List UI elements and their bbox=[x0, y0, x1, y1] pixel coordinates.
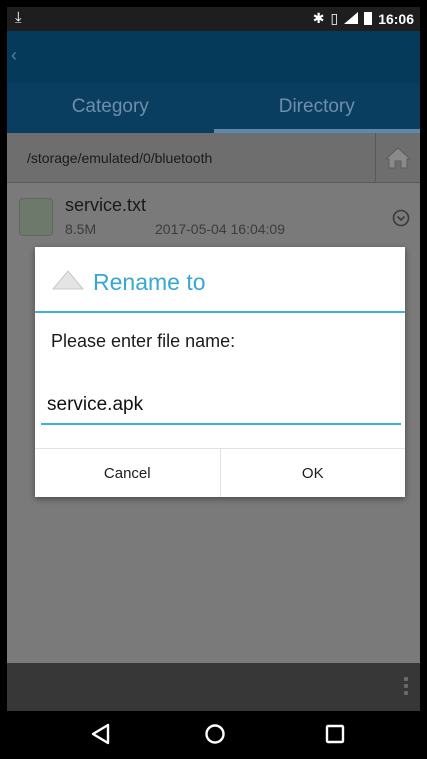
ok-button[interactable]: OK bbox=[220, 449, 405, 497]
status-bar: ⤓ ✱ ▯ 16:06 bbox=[7, 7, 420, 31]
warning-icon bbox=[51, 270, 85, 290]
nav-recents-icon[interactable] bbox=[325, 723, 345, 745]
bottom-toolbar bbox=[7, 663, 420, 711]
chevron-down-icon[interactable] bbox=[392, 209, 410, 227]
text-file-icon bbox=[19, 198, 53, 236]
battery-icon bbox=[364, 12, 373, 25]
nav-back-icon[interactable] bbox=[91, 723, 111, 745]
clock: 16:06 bbox=[378, 10, 414, 27]
rename-dialog: Rename to Please enter file name: Cancel… bbox=[35, 247, 405, 497]
file-list-item[interactable]: service.txt 8.5M 2017-05-04 16:04:09 bbox=[7, 185, 420, 251]
phone-screen: ⤓ ✱ ▯ 16:06 ‹ Category Directory /storag… bbox=[7, 7, 420, 759]
file-name: service.txt bbox=[65, 195, 147, 215]
tab-bar: Category Directory bbox=[7, 83, 420, 133]
back-arrow-icon[interactable]: ‹ bbox=[11, 45, 17, 66]
file-name-input[interactable] bbox=[41, 387, 401, 425]
download-icon: ⤓ bbox=[15, 9, 22, 26]
cancel-button[interactable]: Cancel bbox=[35, 449, 221, 497]
tab-directory[interactable]: Directory bbox=[213, 83, 421, 133]
dialog-button-row: Cancel OK bbox=[35, 448, 405, 497]
current-path: /storage/emulated/0/bluetooth bbox=[27, 150, 213, 166]
navigation-bar bbox=[7, 711, 420, 759]
signal-icon bbox=[344, 11, 359, 27]
home-icon bbox=[385, 147, 411, 169]
file-size: 8.5M bbox=[65, 221, 97, 237]
nav-home-icon[interactable] bbox=[204, 723, 226, 745]
app-bar: ‹ bbox=[7, 31, 420, 83]
home-button[interactable] bbox=[375, 133, 420, 183]
dialog-header: Rename to bbox=[35, 247, 405, 313]
dialog-prompt: Please enter file name: bbox=[51, 331, 236, 351]
file-date: 2017-05-04 16:04:09 bbox=[155, 221, 285, 237]
vibrate-icon: ▯ bbox=[330, 10, 339, 26]
path-bar: /storage/emulated/0/bluetooth bbox=[7, 133, 420, 183]
overflow-menu-icon[interactable] bbox=[404, 677, 408, 698]
dialog-title: Rename to bbox=[93, 269, 206, 295]
tab-category[interactable]: Category bbox=[7, 83, 214, 133]
bluetooth-icon: ✱ bbox=[312, 10, 325, 26]
